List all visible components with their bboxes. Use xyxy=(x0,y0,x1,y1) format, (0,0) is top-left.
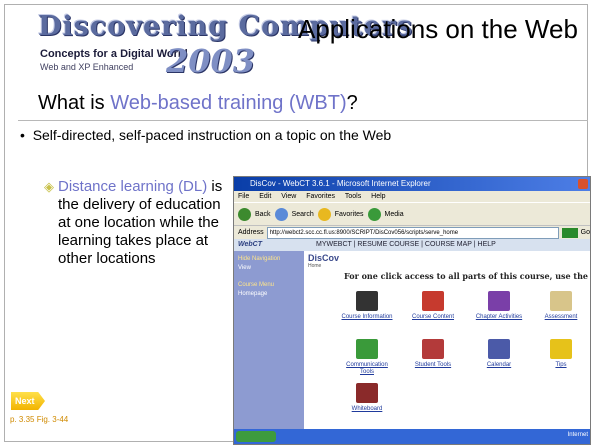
calendar-icon xyxy=(488,339,510,359)
subtitle-accent: Web-based training (WBT) xyxy=(110,92,347,114)
tips-label: Tips xyxy=(555,362,567,368)
tips-icon xyxy=(550,339,572,359)
assessment-link: Assessment xyxy=(534,291,588,321)
tips-link: Tips xyxy=(534,339,588,369)
bullet-text: Self-directed, self-paced instruction on… xyxy=(32,127,392,143)
browser-menu-bar: File Edit View Favorites Tools Help xyxy=(234,191,590,202)
chapter-activities-label: Chapter Activities xyxy=(475,314,523,320)
menu-help: Help xyxy=(371,193,386,200)
webct-header: WebCT MYWEBCT | RESUME COURSE | COURSE M… xyxy=(234,239,590,251)
course-content-icon xyxy=(422,291,444,311)
menu-edit: Edit xyxy=(259,193,272,200)
course-subtitle: Home xyxy=(308,263,322,269)
chapter-activities-link: Chapter Activities xyxy=(472,291,526,321)
whiteboard-link: Whiteboard xyxy=(340,383,394,413)
title-divider xyxy=(18,120,588,121)
address-field: http://webct2.scc.cc.fl.us:8900/SCRIPT/D… xyxy=(266,226,559,239)
sub-bullet-accent: Distance learning (DL) xyxy=(58,178,208,195)
course-information-label: Course Information xyxy=(341,314,393,320)
subtitle-suffix: ? xyxy=(346,92,358,114)
next-button[interactable]: Next xyxy=(11,392,45,410)
menu-view: View xyxy=(281,193,297,200)
slide-title: Applications on the Web xyxy=(298,14,578,44)
chapter-activities-icon xyxy=(488,291,510,311)
start-button xyxy=(236,431,276,442)
menu-tools: Tools xyxy=(344,193,362,200)
address-label: Address xyxy=(238,229,264,236)
calendar-label: Calendar xyxy=(486,362,512,368)
communication-tools-link: Communication Tools xyxy=(340,339,394,376)
close-icon xyxy=(578,179,588,189)
go-label: Go xyxy=(580,229,590,236)
calendar-link: Calendar xyxy=(472,339,526,369)
webct-main: DisCov Home For one click access to all … xyxy=(304,251,590,431)
toolbar-favorites: Favorites xyxy=(334,210,364,218)
whiteboard-icon xyxy=(356,383,378,403)
bullet-wbt-definition: • Self-directed, self-paced instruction … xyxy=(20,127,392,143)
media-icon xyxy=(367,207,381,221)
assessment-label: Assessment xyxy=(544,314,578,320)
sub-bullet-distance-learning: ◈ Distance learning (DL) is the delivery… xyxy=(44,178,234,268)
menu-file: File xyxy=(238,193,250,200)
sidebar-course-menu: Course Menu xyxy=(238,282,275,288)
toolbar-back: Back xyxy=(255,210,271,218)
communication-tools-icon xyxy=(356,339,378,359)
slide: Discovering Computers Concepts for a Dig… xyxy=(0,0,592,446)
browser-title-bar: DisCov - WebCT 3.6.1 - Microsoft Interne… xyxy=(234,177,590,191)
course-information-link: Course Information xyxy=(340,291,394,321)
figure-reference: p. 3.35 Fig. 3-44 xyxy=(10,415,69,424)
slide-subtitle: What is Web-based training (WBT)? xyxy=(38,92,358,115)
menu-favorites: Favorites xyxy=(306,193,336,200)
subtitle-prefix: What is xyxy=(38,92,111,114)
webct-logo: WebCT xyxy=(238,241,262,248)
toolbar-media: Media xyxy=(384,210,404,218)
logo-year: 2003 xyxy=(166,42,256,80)
back-icon xyxy=(238,207,251,221)
diamond-bullet-icon: ◈ xyxy=(44,179,54,194)
student-tools-icon xyxy=(422,339,444,359)
browser-window-title: DisCov - WebCT 3.6.1 - Microsoft Interne… xyxy=(250,179,431,188)
address-bar: Address http://webct2.scc.cc.fl.us:8900/… xyxy=(234,225,590,239)
course-content-link: Course Content xyxy=(406,291,460,321)
course-information-icon xyxy=(356,291,378,311)
browser-toolbar: Back Search Favorites Media xyxy=(234,202,590,225)
favorites-icon xyxy=(317,207,331,221)
webct-browser-screenshot: DisCov - WebCT 3.6.1 - Microsoft Interne… xyxy=(233,176,591,445)
student-tools-link: Student Tools xyxy=(406,339,460,369)
communication-tools-label: Communication Tools xyxy=(346,362,388,375)
search-icon xyxy=(274,207,288,221)
sidebar-hide-navigation: Hide Navigation xyxy=(238,256,281,262)
webct-nav: MYWEBCT | RESUME COURSE | COURSE MAP | H… xyxy=(316,241,496,248)
go-icon xyxy=(561,227,578,238)
assessment-icon xyxy=(550,291,572,311)
sidebar-homepage: Homepage xyxy=(238,291,268,297)
taskbar: Internet xyxy=(234,429,590,444)
webct-sidebar: Hide Navigation View Course Menu Homepag… xyxy=(234,251,304,431)
discovering-computers-logo: Discovering Computers Concepts for a Dig… xyxy=(38,11,412,81)
course-intro: For one click access to all parts of thi… xyxy=(344,271,590,281)
logo-edition: Web and XP Enhanced xyxy=(40,62,134,72)
status-internet: Internet xyxy=(567,432,588,438)
course-content-label: Course Content xyxy=(411,314,455,320)
sub-bullet-text: Distance learning (DL) is the delivery o… xyxy=(58,178,234,268)
course-title: DisCov xyxy=(308,253,340,263)
whiteboard-label: Whiteboard xyxy=(351,406,383,412)
toolbar-search: Search xyxy=(291,210,314,218)
sidebar-view: View xyxy=(238,265,251,271)
student-tools-label: Student Tools xyxy=(414,362,452,368)
